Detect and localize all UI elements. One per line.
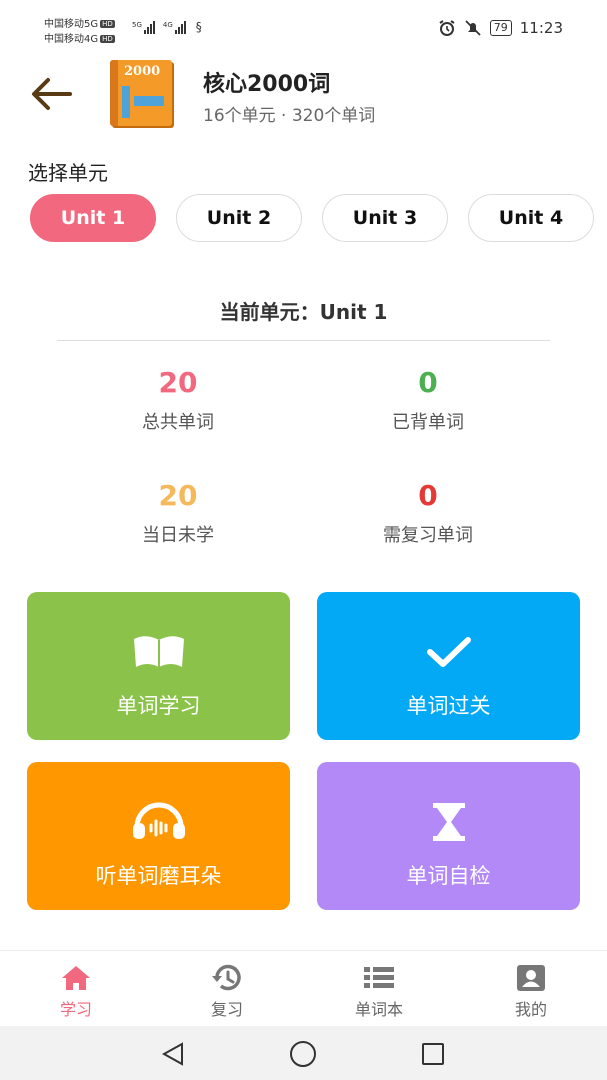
nav-study[interactable]: 学习 [26,963,126,1020]
hd-badge: HD [100,35,115,43]
checkmark-icon [317,630,580,674]
back-button[interactable] [28,74,74,114]
status-bar: 中国移动5G HD 中国移动4G HD 5G 4G § 79 11:23 [0,0,607,56]
profile-icon [481,963,581,993]
system-home-button[interactable] [288,1040,318,1068]
status-right: 79 11:23 [438,19,563,37]
stat-value: 20 [158,479,198,512]
unit-picker: Unit 1 Unit 2 Unit 3 Unit 4 [30,194,607,244]
circle-home-icon [290,1041,316,1067]
triangle-back-icon [161,1042,183,1066]
unit-chip-1[interactable]: Unit 1 [30,194,156,242]
carrier-1: 中国移动5G HD [44,19,115,30]
open-book-icon [27,630,290,674]
current-unit: 当前单元：Unit 1 [219,300,388,324]
system-nav-bar [0,1026,607,1080]
page-subtitle: 16个单元 · 320个单词 [203,106,376,126]
book-cover-tag [134,96,164,106]
nav-profile[interactable]: 我的 [481,963,581,1020]
stat-value: 0 [418,366,438,399]
home-icon [26,963,126,993]
signal-icon: 5G [132,21,155,34]
book-cover: 2000 [110,60,172,126]
stat-label: 需复习单词 [383,525,473,546]
stat-label: 总共单词 [142,412,214,433]
stat-review-words: 0 需复习单词 [328,479,528,547]
stat-label: 已背单词 [392,412,464,433]
tile-label: 单词学习 [116,694,201,718]
unit-chip-2[interactable]: Unit 2 [176,194,302,242]
tile-label: 单词过关 [406,694,491,718]
stat-total-words: 20 总共单词 [78,366,278,434]
alarm-icon [439,20,455,36]
stat-value: 0 [418,479,438,512]
book-cover-band [122,86,130,118]
carrier-2: 中国移动4G HD [44,34,115,45]
nav-label: 学习 [59,1000,92,1019]
nav-review[interactable]: 复习 [177,963,277,1020]
signal-group: 5G 4G § [132,20,202,34]
nav-label: 我的 [514,1000,547,1019]
book-spine [110,60,118,126]
book-cover-number: 2000 [124,64,161,79]
nav-label: 单词本 [354,1000,403,1019]
bottom-nav: 学习 复习 单词本 我的 [0,950,607,1026]
learn-words-button[interactable]: 单词学习 [27,592,290,740]
divider [57,340,550,341]
hourglass-icon [317,800,580,844]
clock: 11:23 [519,19,563,37]
signal-icon: 4G [163,21,186,34]
hd-badge: HD [100,20,115,28]
page-title: 核心2000词 [203,72,331,97]
history-icon [177,963,277,993]
unit-chip-4[interactable]: Unit 4 [468,194,594,242]
tile-label: 听单词磨耳朵 [95,864,222,888]
stat-learned-words: 0 已背单词 [328,366,528,434]
unit-picker-label: 选择单元 [28,161,108,185]
square-recents-icon [422,1043,444,1065]
stat-unlearned-today: 20 当日未学 [78,479,278,547]
headphones-icon [27,800,290,844]
stat-label: 当日未学 [142,525,214,546]
tile-label: 单词自检 [406,864,491,888]
unit-chip-3[interactable]: Unit 3 [322,194,448,242]
system-back-button[interactable] [158,1040,188,1068]
sync-icon: § [195,20,202,34]
self-check-button[interactable]: 单词自检 [317,762,580,910]
listen-words-button[interactable]: 听单词磨耳朵 [27,762,290,910]
mute-icon [465,20,481,36]
list-icon [329,963,429,993]
back-arrow-icon [32,78,72,110]
nav-label: 复习 [210,1000,243,1019]
stat-value: 20 [158,366,198,399]
system-recents-button[interactable] [418,1040,448,1068]
battery-indicator: 79 [489,20,512,36]
nav-wordbook[interactable]: 单词本 [329,963,429,1020]
word-challenge-button[interactable]: 单词过关 [317,592,580,740]
